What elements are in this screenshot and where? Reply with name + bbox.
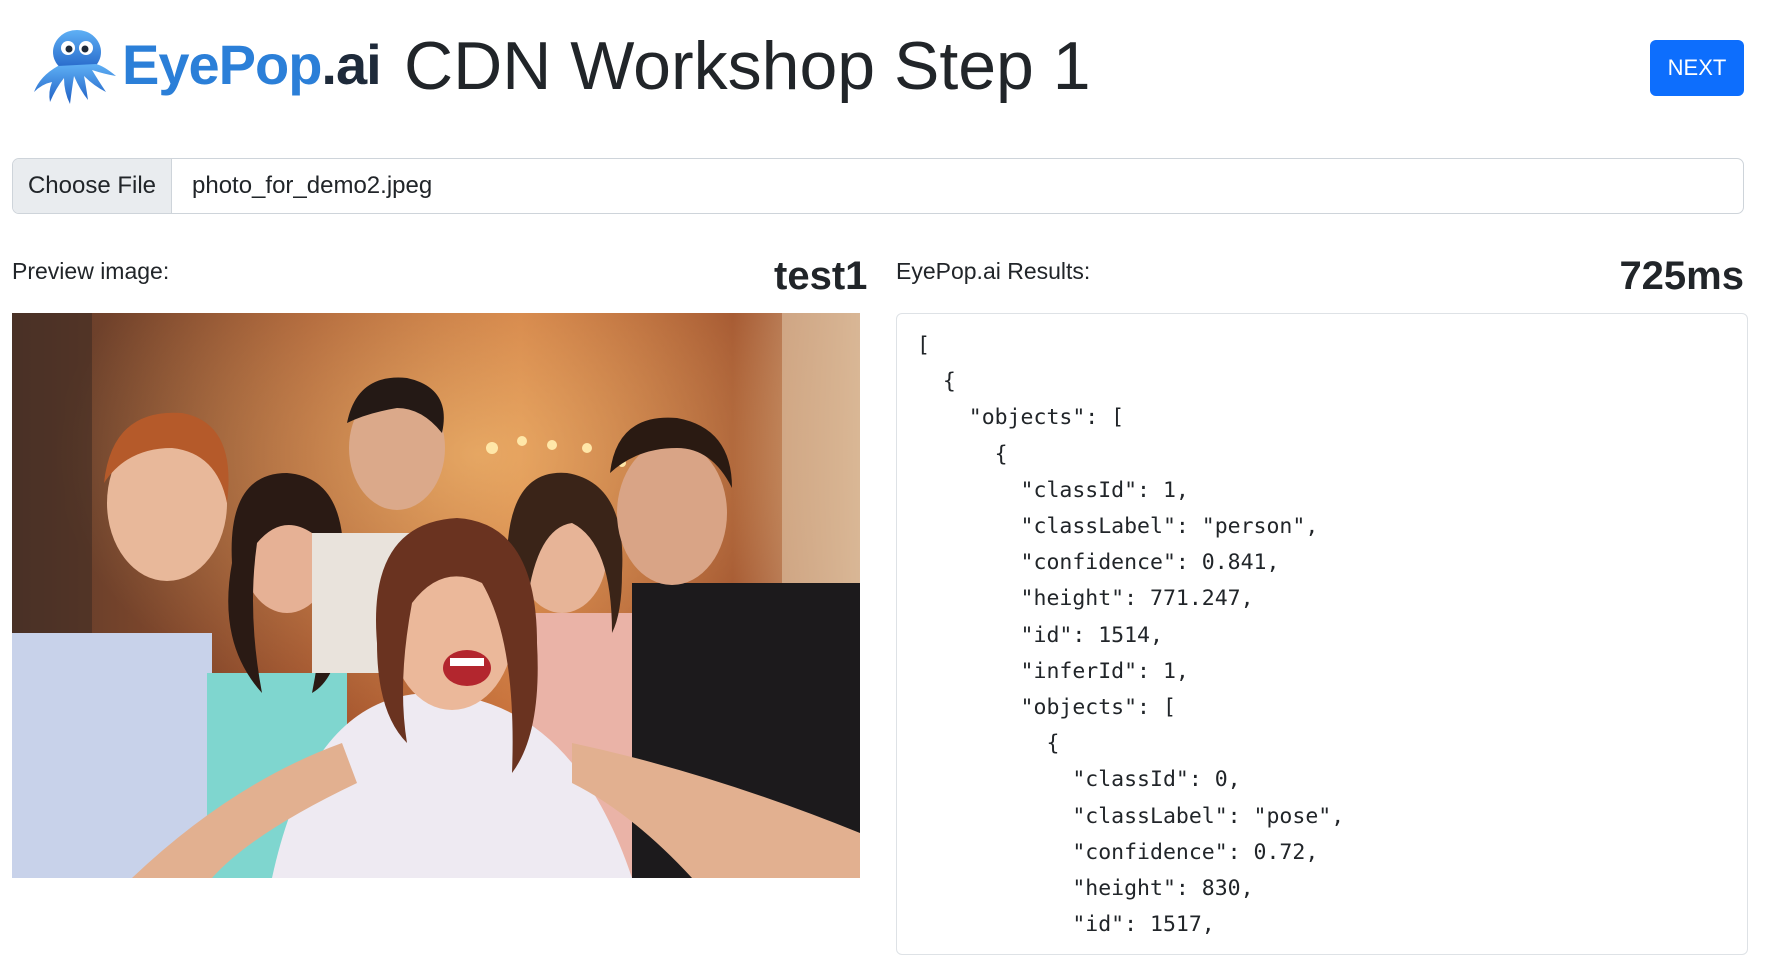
next-button[interactable]: NEXT — [1650, 40, 1744, 96]
results-timing: 725ms — [1619, 254, 1744, 298]
preview-label: Preview image: — [12, 258, 170, 284]
file-input[interactable]: Choose File photo_for_demo2.jpeg — [12, 158, 1744, 214]
results-label: EyePop.ai Results: — [896, 258, 1091, 284]
results-json-panel[interactable]: [ { "objects": [ { "classId": 1, "classL… — [896, 313, 1748, 955]
brand-tld: .ai — [321, 33, 381, 96]
choose-file-button[interactable]: Choose File — [13, 159, 172, 213]
preview-image — [12, 313, 860, 878]
brand-wordmark: EyePop.ai — [122, 30, 382, 100]
brand-name: EyePop — [122, 33, 322, 96]
page-title: CDN Workshop Step 1 — [404, 28, 1091, 104]
octopus-logo-icon — [34, 30, 116, 104]
results-json-text: [ { "objects": [ { "classId": 1, "classL… — [917, 333, 1345, 938]
preview-name: test1 — [774, 254, 868, 298]
group-selfie-photo — [12, 313, 860, 878]
selected-file-name: photo_for_demo2.jpeg — [192, 172, 433, 199]
page-header: EyePop.ai CDN Workshop Step 1 NEXT — [0, 0, 1766, 130]
